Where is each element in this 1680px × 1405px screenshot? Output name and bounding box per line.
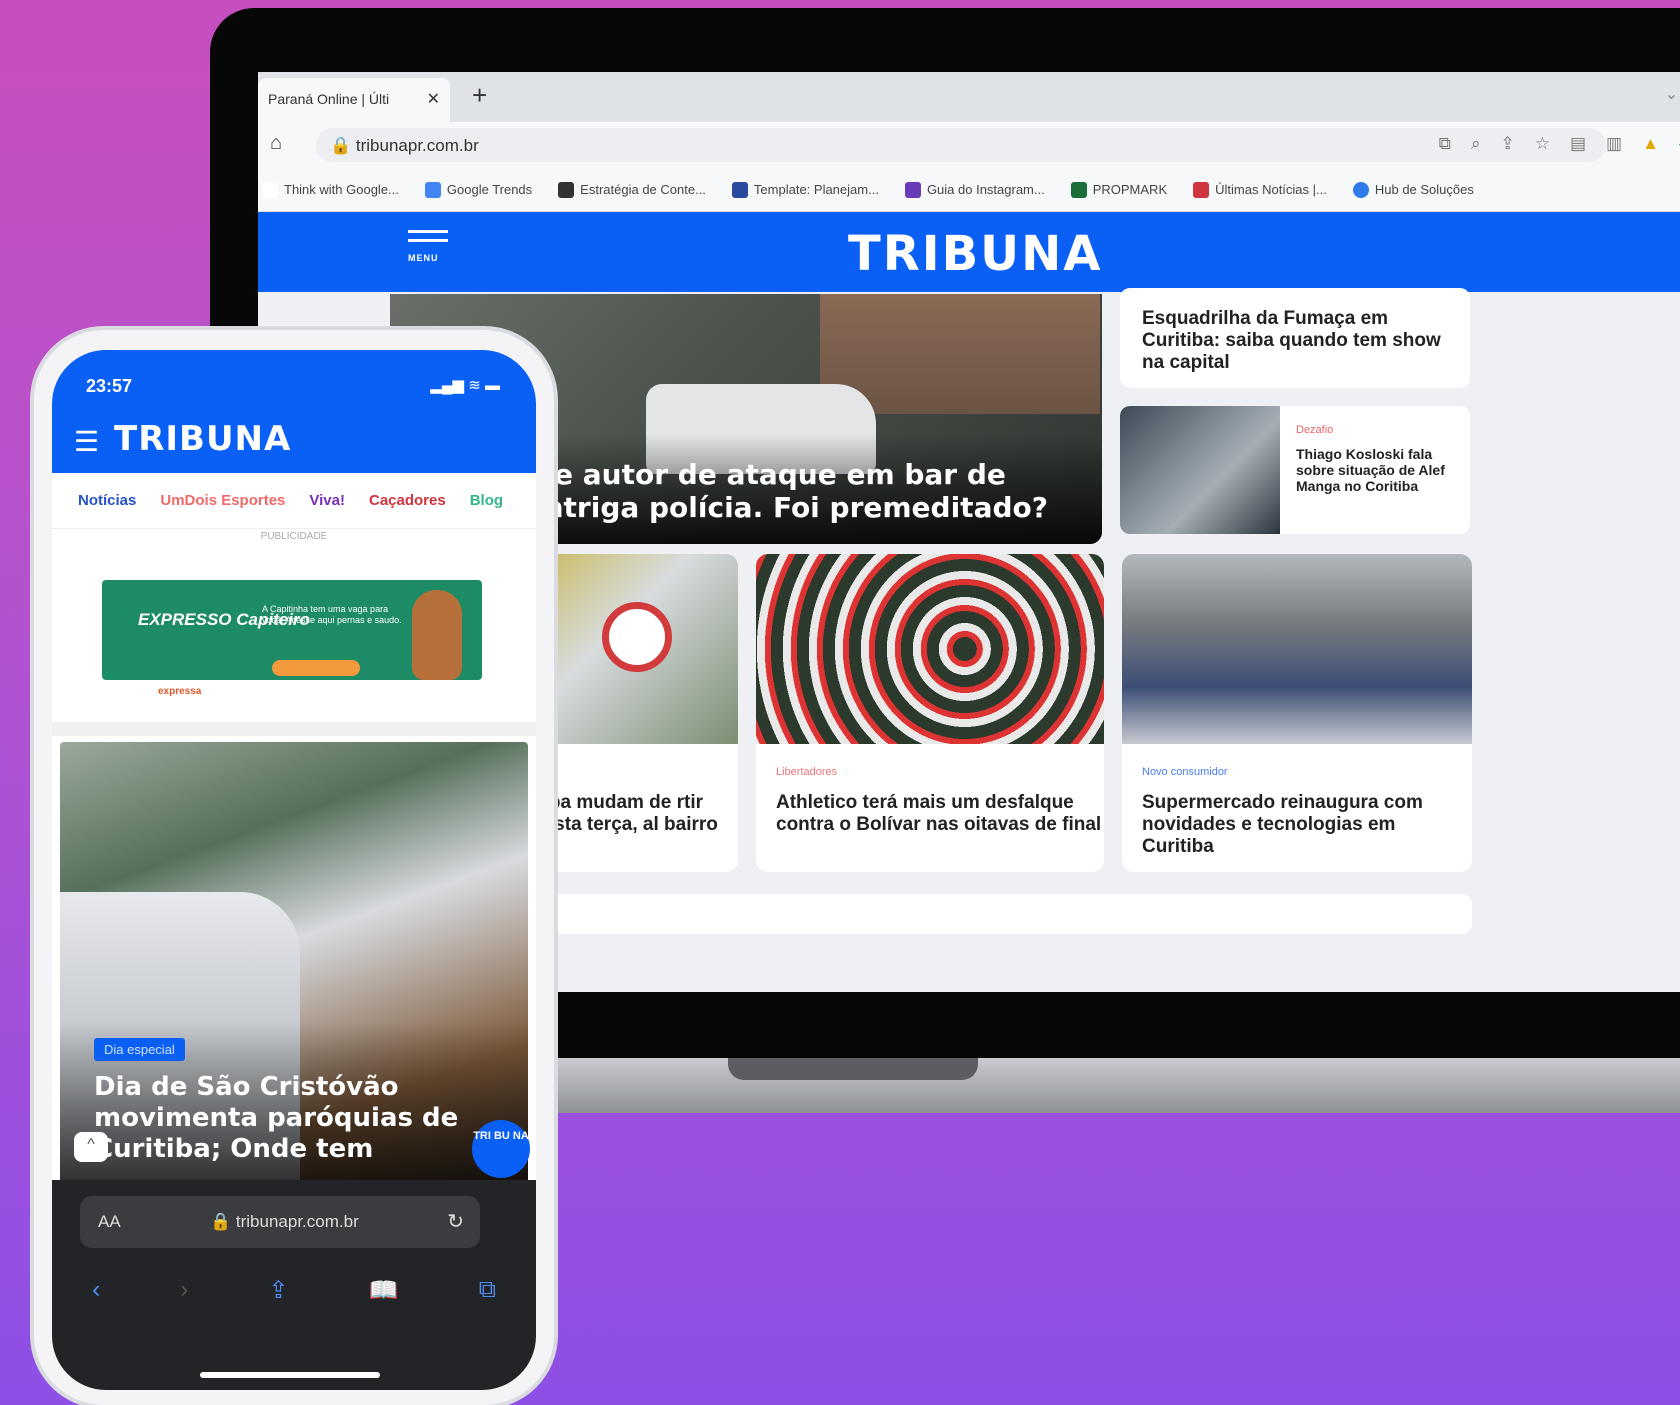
bookmark-item[interactable]: Estratégia de Conte... <box>558 181 706 198</box>
story-card[interactable]: Dia especial Dia de São Cristóvão movime… <box>60 742 528 1202</box>
mobile-site-logo[interactable]: TRIBUNA <box>114 419 291 459</box>
ad-label: PUBLICIDADE <box>260 531 328 542</box>
url-text: tribunapr.com.br <box>355 136 479 155</box>
bookmark-item[interactable]: Guia do Instagram... <box>904 181 1045 198</box>
mobile-url-bar[interactable]: AA 🔒 tribunapr.com.br ↻ <box>80 1196 480 1248</box>
safari-toolbar: ‹ › ⇪ 📖 ⧉ <box>52 1276 536 1305</box>
nav-item[interactable]: Blog <box>470 492 503 509</box>
article-card[interactable]: itiba mudam de rtir desta terça, al bair… <box>532 554 738 872</box>
laptop-base <box>550 1058 1680 1113</box>
story-tag[interactable]: Dia especial <box>94 1038 185 1061</box>
browser-tab-bar: Paraná Online | Últi ✕ + ⌄ <box>258 72 1680 122</box>
url-input[interactable]: 🔒 tribunapr.com.br <box>316 128 1606 162</box>
extension2-icon[interactable]: ▥ <box>1606 134 1622 154</box>
bookmark-item[interactable]: Template: Planejam... <box>731 181 879 198</box>
next-section-strip <box>532 894 1472 934</box>
article-thumbnail <box>1122 554 1472 744</box>
drive-icon[interactable]: ▲ <box>1642 134 1659 154</box>
back-icon[interactable]: ‹ <box>92 1276 100 1305</box>
safari-bottom-bar: AA 🔒 tribunapr.com.br ↻ ‹ › ⇪ 📖 ⧉ <box>52 1180 536 1390</box>
article-thumbnail <box>1120 406 1280 534</box>
mobile-nav: Notícias UmDois Esportes Viva! Caçadores… <box>52 473 536 529</box>
chevron-down-icon[interactable]: ⌄ <box>1665 84 1678 104</box>
reload-icon[interactable]: ↻ <box>447 1209 464 1234</box>
article-title[interactable]: Thiago Kosloski fala sobre situação de A… <box>1296 446 1461 494</box>
signal-icon: ▂▄▆ ≋ ▬ <box>430 377 500 394</box>
bookmark-item[interactable]: Últimas Notícias |... <box>1193 181 1327 198</box>
story-title[interactable]: Dia de São Cristóvão movimenta paróquias… <box>94 1072 514 1165</box>
side-article-card[interactable]: Esquadrilha da Fumaça em Curitiba: saiba… <box>1120 288 1470 388</box>
install-icon[interactable]: ⧉ <box>1439 134 1451 154</box>
ad-text: A Capitinha tem uma vaga para você! Aces… <box>262 604 402 625</box>
smartphone: 23:57 ▂▄▆ ≋ ▬ ☰ TRIBUNA Notícias UmDois … <box>34 330 554 1405</box>
new-tab-button[interactable]: + <box>472 80 487 111</box>
menu-button[interactable]: MENU <box>408 230 450 270</box>
text-size-button[interactable]: AA <box>98 1212 121 1232</box>
article-kicker: Dezafio <box>1296 424 1334 436</box>
nav-item[interactable]: Notícias <box>78 492 136 509</box>
ad-banner[interactable]: EXPRESSO Capiteiro A Capitinha tem uma v… <box>102 580 482 680</box>
phone-status-bar: 23:57 ▂▄▆ ≋ ▬ <box>52 350 536 420</box>
bookmarks-bar: Think with Google... Google Trends Estra… <box>258 168 1680 212</box>
address-bar-row: ⌂ 🔒 tribunapr.com.br ⧉ ⌕ ⇪ ☆ ▤ ▥ ▲ ◆ <box>258 122 1680 168</box>
site-logo[interactable]: TRIBUNA <box>848 226 1102 282</box>
laptop-notch <box>728 1058 978 1080</box>
mascot-icon <box>412 590 462 680</box>
status-time: 23:57 <box>86 376 133 396</box>
nav-item[interactable]: UmDois Esportes <box>160 492 285 509</box>
mobile-url-text: 🔒 tribunapr.com.br <box>210 1212 359 1231</box>
home-indicator <box>200 1372 380 1378</box>
bookmarks-icon[interactable]: 📖 <box>369 1276 399 1305</box>
zoom-icon[interactable]: ⌕ <box>1471 134 1481 154</box>
share-icon[interactable]: ⇪ <box>1500 134 1514 154</box>
header-bottom <box>52 459 536 473</box>
browser-tab[interactable]: Paraná Online | Últi ✕ <box>258 78 450 122</box>
site-header: MENU TRIBUNA <box>258 212 1680 292</box>
ad-brand: expressa <box>158 686 202 697</box>
phone-screen: 23:57 ▂▄▆ ≋ ▬ ☰ TRIBUNA Notícias UmDois … <box>52 350 536 1390</box>
home-icon[interactable]: ⌂ <box>270 132 282 155</box>
article-title[interactable]: Supermercado reinaugura com novidades e … <box>1142 792 1472 858</box>
menu-icon[interactable]: ☰ <box>74 425 99 458</box>
divider <box>52 722 536 736</box>
side-article-card[interactable]: Dezafio Thiago Kosloski fala sobre situa… <box>1120 406 1470 534</box>
menu-label: MENU <box>408 253 439 263</box>
article-title[interactable]: Athletico terá mais um desfalque contra … <box>776 792 1104 836</box>
article-title[interactable]: Esquadrilha da Fumaça em Curitiba: saiba… <box>1142 308 1448 374</box>
article-thumbnail <box>756 554 1104 744</box>
bookmark-item[interactable]: PROPMARK <box>1070 181 1167 198</box>
extension-icon[interactable]: ▤ <box>1570 134 1586 154</box>
tabs-icon[interactable]: ⧉ <box>479 1276 496 1305</box>
nav-item[interactable]: Caçadores <box>369 492 446 509</box>
bookmark-item[interactable]: Google Trends <box>424 181 532 198</box>
bookmark-item[interactable]: Think with Google... <box>262 181 399 198</box>
browser-tab-title: Paraná Online | Últi <box>268 91 390 107</box>
forward-icon[interactable]: › <box>180 1276 188 1305</box>
bookmark-item[interactable]: Hub de Soluções <box>1352 181 1474 198</box>
article-title[interactable]: itiba mudam de rtir desta terça, al bair… <box>532 792 738 836</box>
hero-title[interactable]: de autor de ataque em bar de intriga pol… <box>534 458 1094 524</box>
traffic-sign-icon <box>602 602 672 672</box>
tribuna-fab-button[interactable]: TRI BU NA <box>472 1120 530 1178</box>
share-icon[interactable]: ⇪ <box>268 1276 288 1305</box>
article-card[interactable]: Novo consumidor Supermercado reinaugura … <box>1122 554 1472 872</box>
article-card[interactable]: Libertadores Athletico terá mais um desf… <box>756 554 1104 872</box>
article-kicker: Libertadores <box>776 766 838 778</box>
close-tab-icon[interactable]: ✕ <box>427 89 440 109</box>
article-kicker: Novo consumidor <box>1142 766 1228 778</box>
mobile-site-header: ☰ TRIBUNA <box>52 419 536 459</box>
ad-cta-button[interactable] <box>272 660 360 676</box>
browser-toolbar-icons: ⧉ ⌕ ⇪ ☆ ▤ ▥ ▲ ◆ <box>1439 134 1680 154</box>
nav-item[interactable]: Viva! <box>309 492 345 509</box>
star-icon[interactable]: ☆ <box>1535 134 1550 154</box>
scroll-up-button[interactable]: ^ <box>74 1132 108 1162</box>
article-thumbnail <box>532 554 738 744</box>
